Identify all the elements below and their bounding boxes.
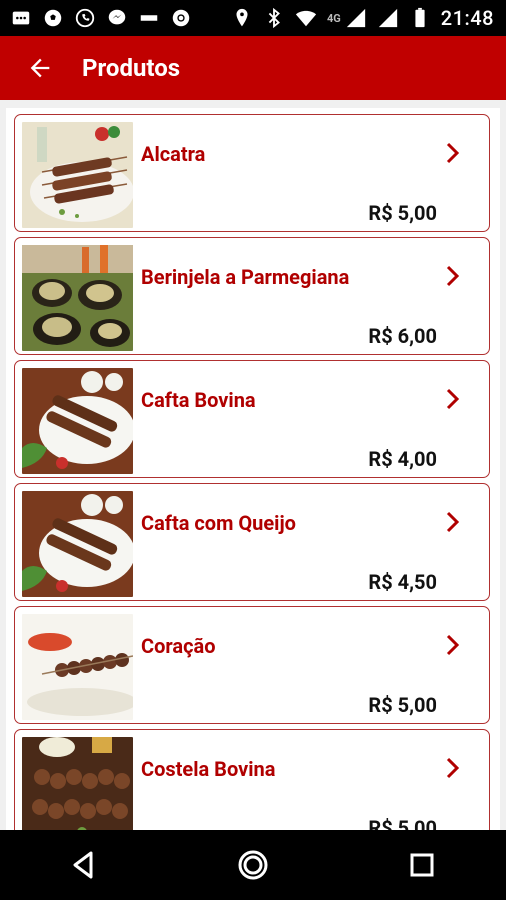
nav-back-button[interactable] [54,835,114,895]
chevron-right-icon [443,264,463,288]
back-button[interactable] [20,48,60,88]
product-card[interactable]: Berinjela a Parmegiana R$ 6,00 [14,237,490,355]
wifi-icon [295,7,317,29]
message-icon [10,7,32,29]
nav-home-button[interactable] [223,835,283,895]
clock: 21:48 [440,6,494,30]
nav-home-icon [238,850,268,880]
chevron-right-icon [443,510,463,534]
product-name: Costela Bovina [141,757,276,781]
status-bar: 4G 21:48 [0,0,506,36]
product-card[interactable]: Alcatra R$ 5,00 [14,114,490,232]
chevron-right-icon [443,633,463,657]
nav-recents-icon [410,853,434,877]
battery-icon [409,7,431,29]
network-type-label: 4G [326,11,341,25]
product-price: R$ 4,50 [368,570,437,594]
location-icon [231,7,253,29]
product-image [22,368,133,474]
arrow-back-icon [30,58,50,78]
product-card[interactable]: Coração R$ 5,00 [14,606,490,724]
product-price: R$ 6,00 [368,324,437,348]
product-price: R$ 5,00 [368,816,437,830]
signal-icon [377,7,399,29]
navigation-bar [0,830,506,900]
chevron-right-icon [443,756,463,780]
product-price: R$ 5,00 [368,693,437,717]
notification-icons [0,7,192,29]
product-name: Cafta com Queijo [141,511,296,535]
product-list[interactable]: Alcatra R$ 5,00 Berinjela a Parmegiana R… [6,108,500,830]
product-card[interactable]: Cafta com Queijo R$ 4,50 [14,483,490,601]
chevron-right-icon [443,387,463,411]
system-icons: 4G 21:48 [231,6,506,30]
chevron-right-icon [443,141,463,165]
minus-box-icon [138,7,160,29]
product-name: Berinjela a Parmegiana [141,265,350,289]
chrome-icon [170,7,192,29]
product-price: R$ 5,00 [368,201,437,225]
nav-recents-button[interactable] [392,835,452,895]
product-image [22,614,133,720]
page-title: Produtos [82,54,181,82]
product-card[interactable]: Cafta Bovina R$ 4,00 [14,360,490,478]
bluetooth-icon [263,7,285,29]
whatsapp-icon [74,7,96,29]
product-name: Coração [141,634,216,658]
product-image [22,737,133,830]
messenger-icon [106,7,128,29]
soccer-ball-icon [42,7,64,29]
app-bar: Produtos [0,36,506,100]
product-image [22,491,133,597]
product-image [22,245,133,351]
product-image [22,122,133,228]
product-name: Cafta Bovina [141,388,256,412]
nav-back-icon [73,851,93,879]
product-name: Alcatra [141,142,206,166]
product-price: R$ 4,00 [368,447,437,471]
signal-icon [345,7,367,29]
product-card[interactable]: Costela Bovina R$ 5,00 [14,729,490,830]
content-area: Alcatra R$ 5,00 Berinjela a Parmegiana R… [0,100,506,830]
